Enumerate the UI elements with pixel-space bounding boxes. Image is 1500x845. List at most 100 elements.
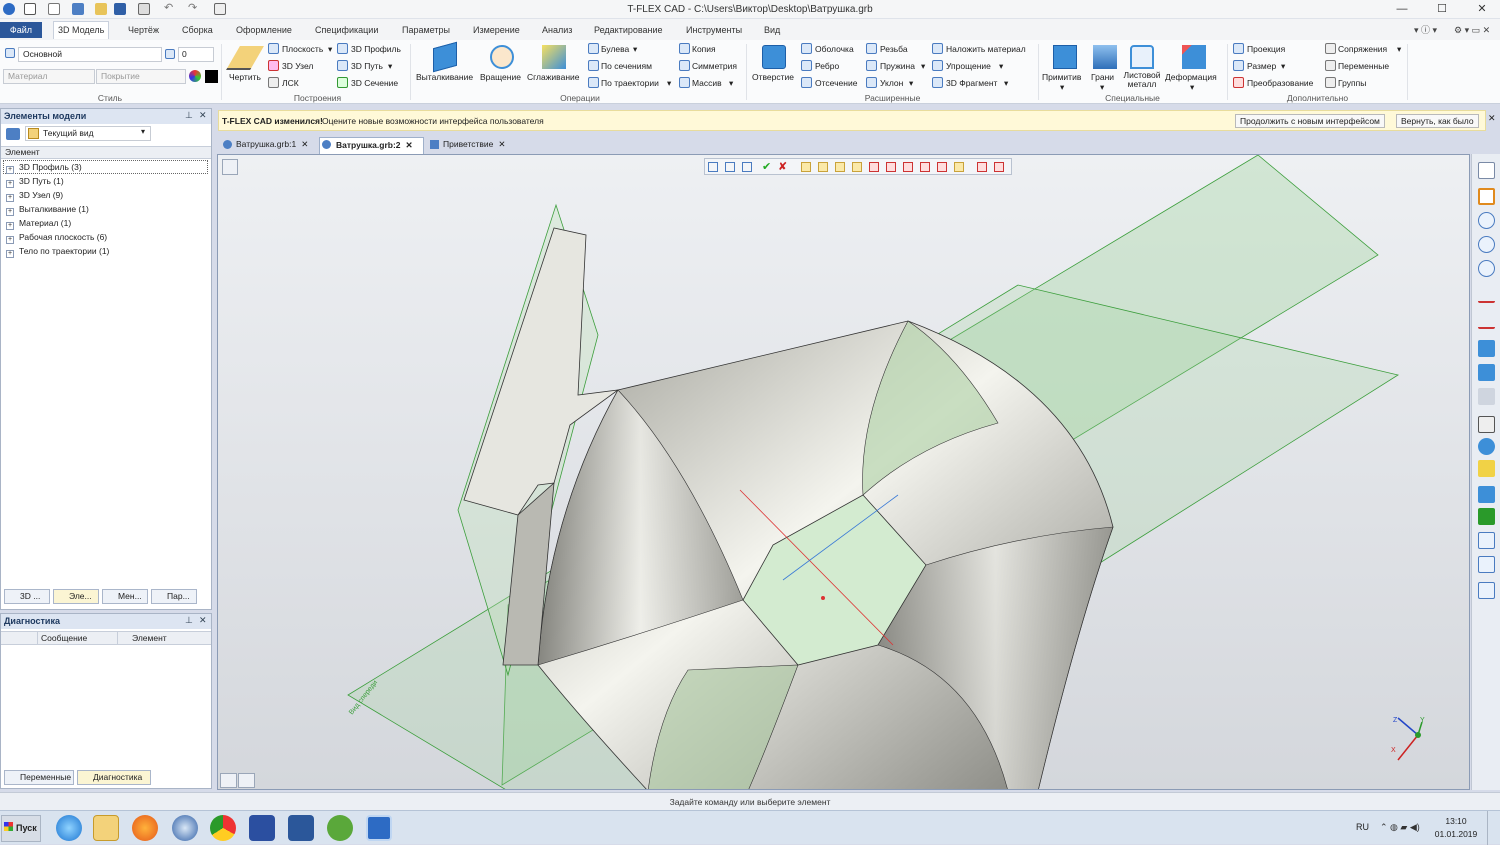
tab-close-icon[interactable]: ✕ <box>498 139 505 149</box>
tflex-taskbar-icon[interactable] <box>366 815 392 841</box>
tree-item[interactable]: +3D Путь (1) <box>6 175 64 188</box>
lsk-button[interactable]: ЛСК <box>282 78 299 89</box>
firefox-icon[interactable] <box>132 815 158 841</box>
doc-tab-active[interactable]: Ватрушка.grb:2 ✕ <box>319 137 424 154</box>
color-wheel-icon[interactable] <box>189 70 201 82</box>
tree-item[interactable]: +3D Узел (9) <box>6 189 63 202</box>
tree-item[interactable]: + Материал (1) <box>6 217 71 230</box>
clock-date[interactable]: 01.01.2019 <box>1432 829 1480 839</box>
measure-icon[interactable] <box>1478 312 1495 329</box>
simplify-dropdown-icon[interactable]: ▾ <box>999 61 1003 72</box>
size-dropdown-icon[interactable]: ▾ <box>1281 61 1285 72</box>
zoom-icon[interactable] <box>1478 236 1495 253</box>
symmetry-button[interactable]: Симметрия <box>692 61 737 72</box>
smooth-icon[interactable] <box>542 45 566 69</box>
save-app-icon[interactable] <box>249 815 275 841</box>
tab-edit[interactable]: Редактирование <box>590 22 667 38</box>
tree-item[interactable]: + Выталкивание (1) <box>6 203 89 216</box>
rib-button[interactable]: Ребро <box>815 61 839 72</box>
tab-view[interactable]: Вид <box>760 22 784 38</box>
expand-icon[interactable]: + <box>6 194 14 202</box>
view-select[interactable]: Текущий вид <box>25 126 151 141</box>
draw-icon[interactable] <box>226 46 264 70</box>
magnet-icon[interactable] <box>1478 188 1495 205</box>
network-icon[interactable] <box>172 815 198 841</box>
primitive-icon[interactable] <box>1053 45 1077 69</box>
slope-button[interactable]: Уклон <box>880 78 903 89</box>
panel-tab-menu[interactable]: Мен... <box>102 589 148 604</box>
material-select[interactable]: Материал <box>3 69 95 84</box>
maximize-button[interactable]: ☐ <box>1425 1 1459 17</box>
boolean-button[interactable]: Булева <box>601 44 629 55</box>
panel-close-icon[interactable]: ✕ <box>199 615 207 626</box>
animation-icon[interactable] <box>1478 556 1495 573</box>
thread-button[interactable]: Резьба <box>880 44 908 55</box>
doc-tab[interactable]: Приветствие ✕ <box>427 137 512 154</box>
tray-icons[interactable]: ⌃ ◍ ▰ ◀) <box>1380 822 1420 833</box>
revert-ui-button[interactable]: Вернуть, как было <box>1396 114 1479 128</box>
ie-icon[interactable] <box>56 815 82 841</box>
apply-material-button[interactable]: Наложить материал <box>946 44 1026 55</box>
path3d-button[interactable]: 3D Путь <box>351 61 383 72</box>
doc-tab[interactable]: Ватрушка.grb:1 ✕ <box>220 137 316 154</box>
notification-close-icon[interactable]: ✕ <box>1488 113 1496 124</box>
size-button[interactable]: Размер <box>1247 61 1276 72</box>
chrome-icon[interactable] <box>210 815 236 841</box>
coating-select[interactable]: Покрытие <box>96 69 186 84</box>
tab-assembly[interactable]: Сборка <box>178 22 217 38</box>
plane-button[interactable]: Плоскость <box>282 44 323 55</box>
scene-icon[interactable] <box>1478 508 1495 525</box>
word-icon[interactable] <box>288 815 314 841</box>
layer-select[interactable]: Основной <box>18 47 162 62</box>
priority-field[interactable]: 0 <box>178 47 214 62</box>
options-icon[interactable] <box>1478 582 1495 599</box>
cube-view-icon[interactable] <box>1478 416 1495 433</box>
array-button[interactable]: Массив <box>692 78 722 89</box>
panel-tab-variables[interactable]: Переменные <box>4 770 74 785</box>
array-dropdown-icon[interactable]: ▾ <box>729 78 733 89</box>
explorer-icon[interactable] <box>93 815 119 841</box>
draw-button[interactable]: Чертить <box>229 72 261 83</box>
hole-icon[interactable] <box>762 45 786 69</box>
refresh-icon[interactable] <box>6 128 20 140</box>
rotate-button[interactable]: Вращение <box>480 72 521 83</box>
tree-item[interactable]: +3D Профиль (3) <box>6 161 82 174</box>
ribbon-options-icon[interactable]: ▾ ⓘ ▾ <box>1410 22 1441 38</box>
tab-measure[interactable]: Измерение <box>469 22 524 38</box>
language-indicator[interactable]: RU <box>1356 822 1369 832</box>
sheet-metal-icon[interactable] <box>1130 45 1154 69</box>
tab-tools[interactable]: Инструменты <box>682 22 746 38</box>
slope-dropdown-icon[interactable]: ▾ <box>909 78 913 89</box>
cut-button[interactable]: Отсечение <box>815 78 857 89</box>
faces-icon[interactable] <box>1093 45 1117 69</box>
camera-icon[interactable] <box>1478 532 1495 549</box>
minimize-button[interactable]: — <box>1385 1 1419 17</box>
tab-close-icon[interactable]: ✕ <box>406 140 413 150</box>
measure-icon[interactable] <box>1478 286 1495 303</box>
render-icon[interactable] <box>1478 486 1495 503</box>
material-icon[interactable] <box>1478 460 1495 477</box>
path3d-dropdown-icon[interactable]: ▾ <box>388 61 392 72</box>
profile3d-button[interactable]: 3D Профиль <box>351 44 401 55</box>
hole-button[interactable]: Отверстие <box>752 72 794 83</box>
close-button[interactable]: ✕ <box>1465 1 1499 17</box>
by-sections-button[interactable]: По сечениям <box>601 61 652 72</box>
transform-button[interactable]: Преобразование <box>1247 78 1313 89</box>
settings-icon[interactable]: ⚙ ▾ ▭ ✕ <box>1450 22 1494 38</box>
rotate-icon[interactable] <box>490 45 514 69</box>
extrude-button[interactable]: Выталкивание <box>416 72 473 83</box>
pin-icon[interactable]: ⊥ <box>185 615 193 626</box>
color-swatch[interactable] <box>205 70 218 83</box>
projection-button[interactable]: Проекция <box>1247 44 1285 55</box>
expand-icon[interactable]: + <box>6 222 14 230</box>
panel-close-icon[interactable]: ✕ <box>199 110 207 121</box>
show-desktop-button[interactable] <box>1487 811 1500 845</box>
groups-button[interactable]: Группы <box>1338 78 1366 89</box>
panel-tab-3d[interactable]: 3D ... <box>4 589 50 604</box>
faces-dropdown-icon[interactable]: ▾ <box>1100 82 1104 93</box>
expand-icon[interactable]: + <box>6 250 14 258</box>
panel-tab-elements[interactable]: Эле... <box>53 589 99 604</box>
mates-button[interactable]: Сопряжения <box>1338 44 1387 55</box>
tab-specifications[interactable]: Спецификации <box>311 22 382 38</box>
continue-new-ui-button[interactable]: Продолжить с новым интерфейсом <box>1235 114 1385 128</box>
